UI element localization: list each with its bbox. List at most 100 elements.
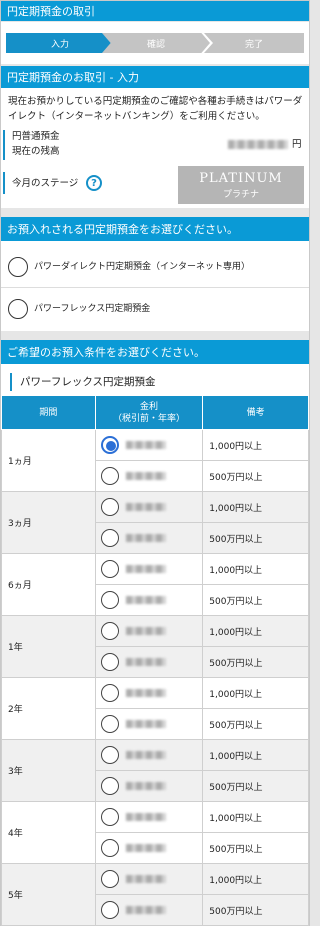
stage-badge-main: PLATINUM xyxy=(199,171,283,186)
rate-radio[interactable] xyxy=(100,436,119,454)
rate-value-redacted xyxy=(125,658,166,666)
term-cell: 3年 xyxy=(1,739,96,802)
rate-value-redacted xyxy=(125,472,166,480)
radio-power-direct[interactable] xyxy=(8,257,28,277)
rate-radio[interactable] xyxy=(100,746,119,764)
col-header-note: 備考 xyxy=(202,395,309,430)
rate-value-redacted xyxy=(125,503,166,511)
rate-radio[interactable] xyxy=(100,622,119,640)
ordinary-deposit-label: 円普通預金 xyxy=(12,131,60,142)
note-cell: 500万円以上 xyxy=(202,522,309,554)
rate-cell[interactable] xyxy=(94,522,204,554)
rate-radio[interactable] xyxy=(100,498,119,516)
page-title-bar: 円定期預金の取引 xyxy=(1,1,309,21)
note-cell: 1,000円以上 xyxy=(202,801,309,833)
term-cell: 5年 xyxy=(1,863,96,926)
table-row: 2年 1,000円以上 xyxy=(1,677,309,740)
stage-accent-bar xyxy=(3,172,5,194)
rate-cell[interactable] xyxy=(94,708,204,740)
rate-cell[interactable] xyxy=(94,584,204,616)
option-divider xyxy=(1,287,309,288)
rate-cell[interactable] xyxy=(94,677,204,709)
conditions-title: ご希望のお預入条件をお選びください。 xyxy=(7,346,205,359)
note-cell: 500万円以上 xyxy=(202,832,309,864)
conditions-header: ご希望のお預入条件をお選びください。 xyxy=(1,340,309,364)
note-cell: 1,000円以上 xyxy=(202,615,309,647)
rate-cell[interactable] xyxy=(94,894,204,926)
step-progress: 入力 確認 完了 xyxy=(6,33,304,53)
rate-value-redacted xyxy=(125,534,166,542)
product-title: パワーフレックス円定期預金 xyxy=(10,373,156,391)
rate-value-redacted xyxy=(125,906,166,914)
rate-cell[interactable] xyxy=(94,832,204,864)
col-header-rate-line2: （税引前・年率） xyxy=(112,413,185,424)
rate-cell[interactable] xyxy=(94,739,204,771)
rate-radio[interactable] xyxy=(100,808,119,826)
rate-cell[interactable] xyxy=(94,646,204,678)
rate-value-redacted xyxy=(125,844,166,852)
rate-radio[interactable] xyxy=(100,777,119,795)
rate-radio[interactable] xyxy=(100,715,119,733)
note-cell: 500万円以上 xyxy=(202,770,309,802)
note-cell: 500万円以上 xyxy=(202,646,309,678)
deposit-select-title: お預入れされる円定期預金をお選びください。 xyxy=(7,223,238,236)
rate-value-redacted xyxy=(125,565,166,573)
rate-cell[interactable] xyxy=(94,460,204,492)
step-complete: 完了 xyxy=(204,33,304,53)
term-cell: 1ヵ月 xyxy=(1,429,96,492)
deposit-select-header: お預入れされる円定期預金をお選びください。 xyxy=(1,217,309,241)
rate-cell[interactable] xyxy=(94,615,204,647)
rate-value-redacted xyxy=(125,627,166,635)
rate-cell[interactable] xyxy=(94,770,204,802)
rate-cell[interactable] xyxy=(94,863,204,895)
step-confirm: 確認 xyxy=(102,33,210,53)
rate-radio[interactable] xyxy=(100,591,119,609)
table-row: 6ヵ月 1,000円以上 xyxy=(1,553,309,616)
balance-amount-redacted xyxy=(228,140,288,149)
monthly-stage-label: 今月のステージ xyxy=(12,178,79,189)
table-row: 5年 1,000円以上 xyxy=(1,863,309,926)
step-input: 入力 xyxy=(6,33,114,53)
balance-accent-bar xyxy=(3,130,5,160)
col-header-rate: 金利 （税引前・年率） xyxy=(94,395,204,430)
rate-cell[interactable] xyxy=(94,429,204,461)
term-cell: 1年 xyxy=(1,615,96,678)
rate-value-redacted xyxy=(125,596,166,604)
note-cell: 500万円以上 xyxy=(202,584,309,616)
rate-radio[interactable] xyxy=(100,901,119,919)
current-balance-label: 現在の残高 xyxy=(12,146,60,157)
option-power-flex-label[interactable]: パワーフレックス円定期預金 xyxy=(34,302,150,317)
rate-value-redacted xyxy=(125,441,166,449)
note-cell: 1,000円以上 xyxy=(202,739,309,771)
transaction-section-header: 円定期預金のお取引 - 入力 xyxy=(1,66,309,88)
radio-power-flex[interactable] xyxy=(8,299,28,319)
rate-radio[interactable] xyxy=(100,467,119,485)
rate-radio[interactable] xyxy=(100,529,119,547)
rate-radio[interactable] xyxy=(100,684,119,702)
table-row: 3ヵ月 1,000円以上 xyxy=(1,491,309,554)
rate-radio[interactable] xyxy=(100,653,119,671)
rate-cell[interactable] xyxy=(94,801,204,833)
note-cell: 500万円以上 xyxy=(202,708,309,740)
rate-cell[interactable] xyxy=(94,491,204,523)
rate-value-redacted xyxy=(125,875,166,883)
rate-cell[interactable] xyxy=(94,553,204,585)
rate-value-redacted xyxy=(125,751,166,759)
note-cell: 1,000円以上 xyxy=(202,863,309,895)
question-circle-icon[interactable]: ? xyxy=(86,175,102,191)
stage-badge-sub: プラチナ xyxy=(222,190,259,200)
note-cell: 1,000円以上 xyxy=(202,553,309,585)
balance-unit: 円 xyxy=(292,139,302,150)
rate-value-redacted xyxy=(125,720,166,728)
rate-table: 期間 金利 （税引前・年率） 備考 1ヵ月 1,000円以上 500万円以上 3ヵ月 1… xyxy=(1,395,309,926)
term-cell: 2年 xyxy=(1,677,96,740)
term-cell: 4年 xyxy=(1,801,96,864)
term-cell: 3ヵ月 xyxy=(1,491,96,554)
rate-radio[interactable] xyxy=(100,560,119,578)
option-power-direct-label[interactable]: パワーダイレクト円定期預金（インターネット専用） xyxy=(34,260,250,275)
note-cell: 500万円以上 xyxy=(202,460,309,492)
col-header-rate-line1: 金利 xyxy=(139,401,158,412)
rate-value-redacted xyxy=(125,689,166,697)
rate-radio[interactable] xyxy=(100,839,119,857)
rate-radio[interactable] xyxy=(100,870,119,888)
